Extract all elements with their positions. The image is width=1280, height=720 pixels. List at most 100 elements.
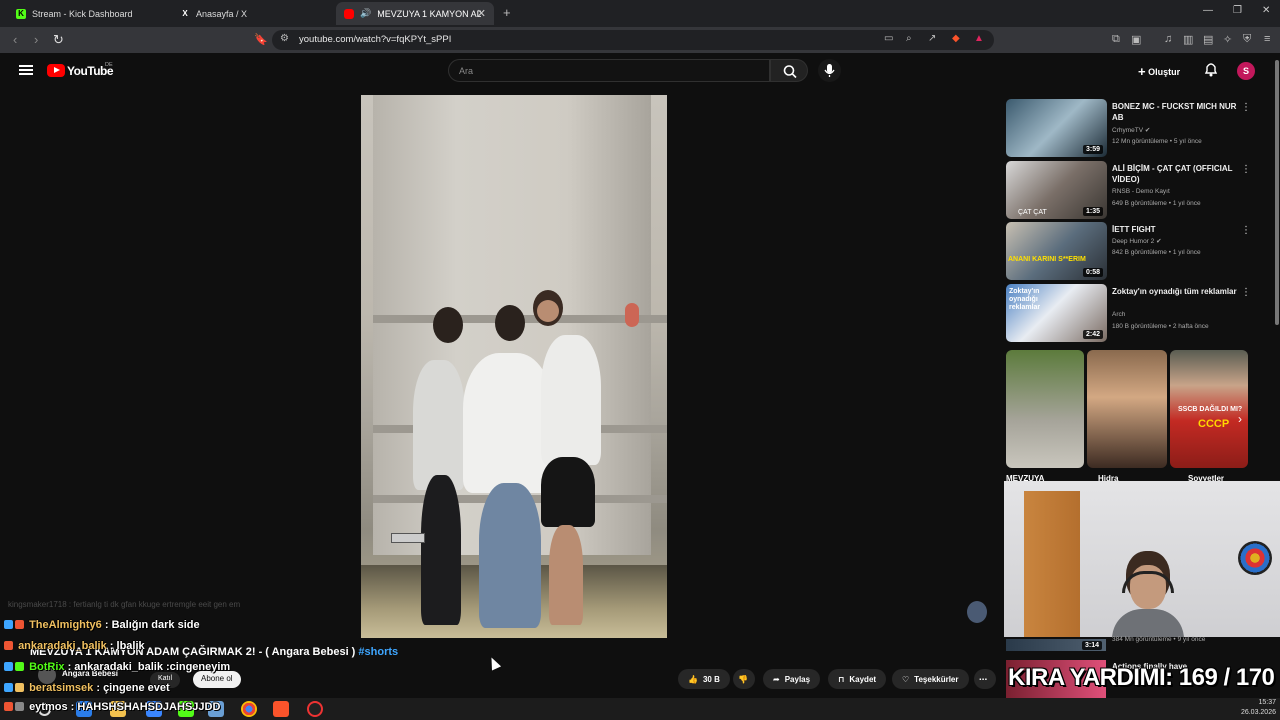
thumbnail-caption: SSCB DAĞILDI MI? — [1178, 406, 1243, 413]
short-thumbnail[interactable]: SSCB DAĞILDI MI? CCCP — [1170, 350, 1248, 468]
more-options-icon[interactable]: ⋮ — [1241, 164, 1251, 175]
rec-title[interactable]: BONEZ MC - FUCKST MICH NUR AB — [1112, 101, 1242, 123]
reload-icon[interactable]: ↻ — [53, 32, 64, 48]
rec-title[interactable]: ALİ BİÇİM - ÇAT ÇAT (OFFICIAL VİDEO) — [1112, 163, 1242, 185]
person-right-shirt — [541, 335, 601, 465]
video-thumbnail[interactable]: Zoktay'ın oynadığı reklamlar 2:42 — [1006, 284, 1107, 342]
tab-youtube-video[interactable]: 🔊 MEVZUYA 1 KAMYON ADAM ✕ — [336, 2, 494, 25]
zoom-icon[interactable]: ⌕ — [906, 33, 912, 44]
bookmark-icon[interactable]: 🔖 — [254, 33, 268, 46]
site-info-icon[interactable]: ⚙ — [280, 33, 289, 44]
chat-username: eytmos — [29, 701, 68, 713]
cast-icon[interactable]: ▭ — [884, 33, 893, 44]
recommendation-item[interactable]: ANANI KARINI S**ERIM 0:58 İETT FIGHT Dee… — [1006, 222, 1274, 280]
badge-icon — [15, 620, 24, 629]
more-options-icon[interactable]: ⋮ — [1241, 102, 1251, 113]
brave-icon[interactable] — [273, 701, 289, 717]
mouse-cursor-icon — [486, 655, 502, 671]
more-options-icon[interactable]: ⋮ — [1241, 225, 1251, 236]
badge-icon — [4, 641, 13, 650]
share-button[interactable]: ➦ Paylaş — [763, 669, 821, 689]
vpn-icon[interactable]: ⛨ — [1243, 33, 1251, 46]
browser-tab-bar: K Stream - Kick Dashboard X Anasayfa / X… — [0, 0, 1280, 27]
minimize-icon[interactable]: — — [1203, 5, 1213, 16]
account-avatar[interactable]: S — [1237, 62, 1255, 80]
short-thumbnail[interactable] — [1006, 350, 1084, 468]
share-label: Paylaş — [784, 674, 811, 684]
maximize-icon[interactable]: ❐ — [1233, 5, 1242, 16]
verified-icon: ✔ — [1156, 238, 1162, 245]
extensions-icon[interactable]: ⧉ — [1112, 33, 1120, 46]
brave-shield-icon[interactable]: ◆ — [952, 33, 960, 44]
more-options-icon[interactable]: ⋮ — [1241, 287, 1251, 298]
webcam-door — [1024, 491, 1080, 637]
subscribe-button[interactable]: Abone ol — [193, 671, 241, 688]
person-left-pants — [421, 475, 461, 625]
wallet2-icon[interactable]: ▤ — [1203, 33, 1213, 46]
system-clock[interactable]: 15:37 26.03.2026 — [1241, 698, 1276, 718]
sidebar-icon[interactable]: ▥ — [1183, 33, 1193, 46]
chat-message: eytmos : HAHSHSHAHSDJAHSJJDD — [4, 701, 220, 713]
chrome-icon[interactable] — [241, 701, 257, 717]
person-right-shorts — [541, 457, 595, 527]
notifications-bell-icon[interactable] — [1204, 61, 1218, 77]
short-thumbnail[interactable] — [1087, 350, 1167, 468]
person-middle-head — [495, 305, 525, 341]
create-button[interactable]: + Oluştur — [1138, 64, 1180, 79]
recommendation-item[interactable]: Zoktay'ın oynadığı reklamlar 2:42 Zoktay'ı… — [1006, 284, 1274, 342]
youtube-logo-icon[interactable] — [47, 64, 65, 77]
menu-icon[interactable]: ≡ — [1264, 33, 1270, 45]
dislike-button[interactable]: 👎 — [733, 669, 755, 689]
search-input[interactable]: Ara — [448, 59, 770, 82]
page-scrollbar[interactable] — [1275, 60, 1279, 325]
channel-name: CrhymeTV — [1112, 127, 1144, 134]
search-button[interactable] — [770, 59, 808, 82]
video-player[interactable] — [361, 95, 667, 638]
tab-x-home[interactable]: X Anasayfa / X — [172, 2, 332, 25]
thanks-label: Teşekkürler — [914, 674, 959, 684]
miniplayer-avatar[interactable] — [967, 601, 987, 623]
rec-channel[interactable]: RNSB - Demo Kayıt — [1112, 188, 1170, 195]
duration-badge: 1:35 — [1082, 207, 1103, 216]
more-actions-button[interactable]: ⋯ — [974, 669, 996, 689]
rec-channel[interactable]: Deep Humor 2 ✔ — [1112, 237, 1162, 245]
close-tab-icon[interactable]: ✕ — [477, 7, 486, 20]
rec-channel[interactable]: Arch — [1112, 311, 1125, 318]
close-window-icon[interactable]: ✕ — [1262, 5, 1270, 16]
x-icon: X — [182, 8, 188, 18]
thanks-button[interactable]: ♡ Teşekkürler — [892, 669, 969, 689]
url-field[interactable]: ⚙ youtube.com/watch?v=fqKPYt_sPPI ▭ ⌕ ↗ … — [272, 30, 994, 50]
shorts-shelf: SSCB DAĞILDI MI? CCCP MEVZUYA Hidra Sovy… — [1006, 350, 1248, 483]
shelf-next-icon[interactable]: › — [1238, 412, 1242, 426]
like-button[interactable]: 👍 30 B — [678, 669, 730, 689]
share-icon[interactable]: ↗ — [928, 33, 936, 44]
new-tab-icon[interactable]: + — [503, 5, 511, 20]
speaker-icon: 🔊 — [360, 8, 372, 18]
hamburger-menu-icon[interactable] — [19, 65, 33, 75]
rec-channel[interactable]: CrhymeTV ✔ — [1112, 126, 1150, 134]
wallet-icon[interactable]: ▣ — [1131, 33, 1141, 46]
search-placeholder: Ara — [459, 66, 474, 76]
video-thumbnail[interactable]: 3:59 — [1006, 99, 1107, 157]
voice-search-button[interactable] — [818, 59, 841, 82]
video-thumbnail[interactable]: ÇAT ÇAT 1:35 — [1006, 161, 1107, 219]
media-icon[interactable]: ♫ — [1164, 33, 1172, 45]
person-middle-jeans — [479, 483, 541, 628]
tab-kick-dashboard[interactable]: K Stream - Kick Dashboard — [8, 2, 168, 25]
recommendation-item[interactable]: 3:59 BONEZ MC - FUCKST MICH NUR AB Crhym… — [1006, 99, 1274, 157]
recommendation-item[interactable]: ÇAT ÇAT 1:35 ALİ BİÇİM - ÇAT ÇAT (OFFICI… — [1006, 161, 1274, 219]
video-thumbnail[interactable]: ANANI KARINI S**ERIM 0:58 — [1006, 222, 1107, 280]
video-thumbnail[interactable]: 3:14 — [1006, 639, 1106, 651]
brave-rewards-icon[interactable]: ▲ — [974, 33, 984, 44]
back-icon[interactable]: ‹ — [13, 32, 17, 47]
obs-icon[interactable] — [307, 701, 323, 717]
dartboard — [1238, 541, 1272, 575]
thumbnail-caption: Zoktay'ın oynadığı reklamlar — [1009, 288, 1041, 311]
leo-icon[interactable]: ✧ — [1223, 33, 1232, 46]
hashtag-link[interactable]: #shorts — [358, 646, 398, 658]
forward-icon[interactable]: › — [34, 32, 38, 47]
rec-title[interactable]: Zoktay'ın oynadığı tüm reklamlar — [1112, 286, 1242, 297]
url-text: youtube.com/watch?v=fqKPYt_sPPI — [299, 34, 452, 45]
save-button[interactable]: ⊓ Kaydet — [828, 669, 887, 689]
rec-title[interactable]: İETT FIGHT — [1112, 224, 1242, 235]
